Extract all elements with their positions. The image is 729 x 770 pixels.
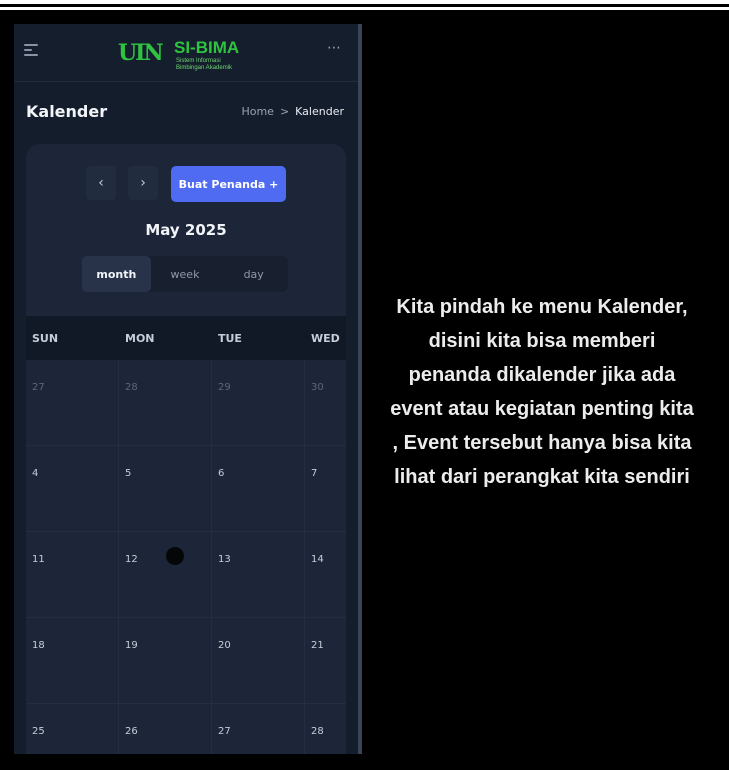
breadcrumb-separator: > <box>279 105 290 118</box>
caption-line: , Event tersebut hanya bisa kita <box>392 432 692 454</box>
calendar-card: ‹ › Buat Penanda + May 2025 month week d… <box>26 144 346 754</box>
page-title: Kalender <box>26 102 108 121</box>
month-title: May 2025 <box>145 221 227 239</box>
day-number: 14 <box>311 554 324 565</box>
day-number: 20 <box>218 640 231 651</box>
tab-week[interactable]: week <box>151 256 220 292</box>
phone-screen: UIN SI-BIMA Sistem Informasi Bimbingan A… <box>14 24 358 754</box>
calendar-day[interactable]: 18 <box>26 618 119 703</box>
next-month-button[interactable]: › <box>128 166 158 200</box>
app-header: UIN SI-BIMA Sistem Informasi Bimbingan A… <box>14 24 358 82</box>
create-marker-button[interactable]: Buat Penanda + <box>171 166 286 202</box>
day-number: 30 <box>311 382 324 393</box>
day-number: 4 <box>32 468 39 479</box>
calendar-day[interactable]: 28 <box>305 704 358 754</box>
view-switcher: month week day <box>82 256 288 292</box>
day-number: 19 <box>125 640 138 651</box>
tutorial-caption: Kita pindah ke menu Kalender, disini kit… <box>348 290 729 494</box>
caption-line: lihat dari perangkat kita sendiri <box>394 466 690 488</box>
day-number: 25 <box>32 726 45 737</box>
day-number: 27 <box>32 382 45 393</box>
day-number: 28 <box>125 382 138 393</box>
calendar-day[interactable]: 27 <box>212 704 305 754</box>
calendar-day[interactable]: 29 <box>212 360 305 445</box>
week-row: 27 28 29 30 <box>26 360 346 446</box>
app-logo[interactable]: UIN SI-BIMA Sistem Informasi Bimbingan A… <box>118 30 258 74</box>
weekday-header-mon: MON <box>125 331 155 345</box>
logo-mark: UIN <box>118 40 164 66</box>
touch-indicator-dot <box>166 547 184 565</box>
week-row: 11 12 13 14 <box>26 532 346 618</box>
tab-day[interactable]: day <box>219 256 288 292</box>
prev-month-button[interactable]: ‹ <box>86 166 116 200</box>
calendar-day[interactable]: 14 <box>305 532 358 617</box>
week-row: 4 5 6 7 <box>26 446 346 532</box>
logo-title: SI-BIMA <box>174 38 240 57</box>
day-number: 18 <box>32 640 45 651</box>
day-number: 28 <box>311 726 324 737</box>
calendar-day[interactable]: 19 <box>119 618 212 703</box>
menu-icon[interactable] <box>24 44 38 56</box>
calendar-day[interactable]: 20 <box>212 618 305 703</box>
week-row: 18 19 20 21 <box>26 618 346 704</box>
tab-month[interactable]: month <box>82 256 151 292</box>
calendar-day[interactable]: 27 <box>26 360 119 445</box>
breadcrumb-current: Kalender <box>295 105 344 118</box>
caption-line: Kita pindah ke menu Kalender, <box>396 296 688 318</box>
caption-line: disini kita bisa memberi <box>428 330 656 352</box>
calendar-day[interactable]: 25 <box>26 704 119 754</box>
day-number: 29 <box>218 382 231 393</box>
day-number: 11 <box>32 554 45 565</box>
calendar-day[interactable]: 26 <box>119 704 212 754</box>
weekday-header-sun: SUN <box>32 331 59 345</box>
more-options-icon[interactable]: ⋯ <box>327 40 342 56</box>
logo-subtitle-1: Sistem Informasi <box>176 58 221 64</box>
calendar-grid: 27 28 29 30 4 5 6 7 11 12 13 14 18 19 20 <box>26 360 346 754</box>
calendar-day[interactable]: 6 <box>212 446 305 531</box>
caption-line: penanda dikalender jika ada <box>408 364 676 386</box>
day-number: 13 <box>218 554 231 565</box>
day-number: 27 <box>218 726 231 737</box>
day-number: 26 <box>125 726 138 737</box>
week-row: 25 26 27 28 <box>26 704 346 754</box>
breadcrumb-home-link[interactable]: Home <box>241 105 273 118</box>
breadcrumb: Home > Kalender <box>241 105 344 118</box>
weekday-header-tue: TUE <box>218 331 242 345</box>
day-number: 21 <box>311 640 324 651</box>
calendar-day[interactable]: 13 <box>212 532 305 617</box>
top-frame-bar <box>0 0 729 10</box>
calendar-day[interactable]: 12 <box>119 532 212 617</box>
day-number: 12 <box>125 554 138 565</box>
calendar-day[interactable]: 5 <box>119 446 212 531</box>
weekday-header-row: SUN MON TUE WED <box>26 316 346 360</box>
logo-subtitle-2: Bimbingan Akademik <box>176 65 233 71</box>
calendar-day[interactable]: 11 <box>26 532 119 617</box>
day-number: 5 <box>125 468 132 479</box>
calendar-day[interactable]: 21 <box>305 618 358 703</box>
day-number: 7 <box>311 468 318 479</box>
caption-line: event atau kegiatan penting kita <box>390 398 694 420</box>
calendar-day[interactable]: 28 <box>119 360 212 445</box>
day-number: 6 <box>218 468 225 479</box>
calendar-day[interactable]: 4 <box>26 446 119 531</box>
